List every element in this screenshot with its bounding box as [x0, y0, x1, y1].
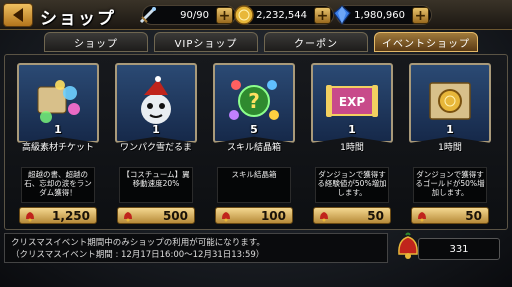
bell-icon: [26, 212, 34, 222]
back-arrow-icon: [13, 8, 23, 22]
shop-screen: ショップ 90/90 + 2,232,544 + 1,980,960 + ショッ…: [0, 0, 512, 287]
blue-gem-icon: [333, 5, 351, 26]
item-description: スキル結晶箱: [217, 167, 291, 203]
buy-button[interactable]: 50: [313, 207, 391, 224]
gold-value: 2,232,544: [256, 9, 307, 21]
item-banner: ? 5: [213, 63, 295, 143]
bell-icon: [222, 212, 230, 222]
add-gem-button[interactable]: +: [412, 7, 429, 24]
tab-shop[interactable]: ショップ: [44, 32, 148, 52]
gold-scroll-icon: [429, 82, 471, 120]
item-name: 1時間: [438, 143, 462, 153]
item-panel: 1 高級素材チケット 超越の書、超越の石、忘却の涙をランダム獲得！ 1,250 …: [4, 54, 508, 230]
scroll-orbs-icon: [37, 80, 80, 123]
top-bar: ショップ 90/90 + 2,232,544 + 1,980,960 +: [0, 0, 512, 30]
add-gold-button[interactable]: +: [314, 7, 331, 24]
item-count: 1: [152, 123, 160, 136]
item-banner: 1: [17, 63, 99, 143]
bell-icon: [320, 212, 328, 222]
item-price: 500: [162, 208, 188, 223]
bell-icon: [418, 212, 426, 222]
tab-vip-shop[interactable]: VIPショップ: [154, 32, 258, 52]
item-banner: 1: [115, 63, 197, 143]
notice-line-1: クリスマスイベント期間中のみショップの利用が可能になります。: [11, 238, 265, 248]
bell-icon: [124, 212, 132, 222]
snowman-icon: [141, 76, 171, 124]
buy-button[interactable]: 1,250: [19, 207, 97, 224]
skill-crystal-icon: ?: [229, 80, 279, 120]
buy-button[interactable]: 50: [411, 207, 489, 224]
svg-text:?: ?: [248, 89, 260, 113]
shop-item-card[interactable]: EXP 1 1時間 ダンジョンで獲得する経験値が50%増加します。 50: [311, 63, 393, 225]
tab-coupon[interactable]: クーポン: [264, 32, 368, 52]
shop-item-card[interactable]: 1 ワンパク雪だるま 【コスチューム】翼 移動速度20% 500: [115, 63, 197, 225]
item-price: 50: [367, 208, 384, 223]
shop-item-card[interactable]: ? 5 スキル結晶箱 スキル結晶箱 100: [213, 63, 295, 225]
back-button[interactable]: [3, 3, 33, 27]
shop-item-card[interactable]: 1 1時間 ダンジョンで獲得するゴールドが50%増加します。 50: [409, 63, 491, 225]
add-stamina-button[interactable]: +: [216, 7, 233, 24]
shop-tabs: ショップ VIPショップ クーポン イベントショップ: [44, 32, 484, 54]
gold-coin-icon: [234, 5, 254, 25]
event-notice: クリスマスイベント期間中のみショップの利用が可能になります。 （クリスマスイベン…: [4, 233, 388, 263]
buy-button[interactable]: 500: [117, 207, 195, 224]
stamina-counter: 90/90 +: [139, 5, 236, 25]
stamina-value: 90/90: [180, 9, 209, 21]
bell-currency-value: 331: [418, 238, 500, 260]
item-count: 5: [250, 123, 258, 136]
item-name: 1時間: [340, 143, 364, 153]
item-name: スキル結晶箱: [226, 143, 281, 153]
item-price: 50: [465, 208, 482, 223]
gem-value: 1,980,960: [354, 9, 405, 21]
notice-line-2: （クリスマスイベント期間 : 12月17日16:00〜12月31日13:59）: [11, 250, 265, 260]
sword-icon: [139, 7, 156, 24]
item-name: 高級素材チケット: [21, 143, 94, 153]
gem-counter: 1,980,960 +: [333, 5, 432, 26]
item-banner: 1: [409, 63, 491, 143]
tab-event-shop[interactable]: イベントショップ: [374, 32, 478, 52]
buy-button[interactable]: 100: [215, 207, 293, 224]
item-price: 100: [260, 208, 286, 223]
item-name: ワンパク雪だるま: [119, 143, 192, 153]
item-banner: EXP 1: [311, 63, 393, 143]
item-description: 【コスチューム】翼 移動速度20%: [119, 167, 193, 203]
item-count: 1: [446, 123, 454, 136]
item-description: 超越の書、超越の石、忘却の涙をランダム獲得！: [21, 167, 95, 203]
item-description: ダンジョンで獲得する経験値が50%増加します。: [315, 167, 389, 203]
shop-item-card[interactable]: 1 高級素材チケット 超越の書、超越の石、忘却の涙をランダム獲得！ 1,250: [17, 63, 99, 225]
item-price: 1,250: [52, 208, 90, 223]
exp-scroll-icon: EXP: [326, 85, 378, 117]
page-title: ショップ: [40, 9, 116, 29]
item-count: 1: [54, 123, 62, 136]
item-count: 1: [348, 123, 356, 136]
item-description: ダンジョンで獲得するゴールドが50%増加します。: [413, 167, 487, 203]
svg-text:EXP: EXP: [339, 95, 365, 109]
gold-counter: 2,232,544 +: [234, 5, 334, 25]
